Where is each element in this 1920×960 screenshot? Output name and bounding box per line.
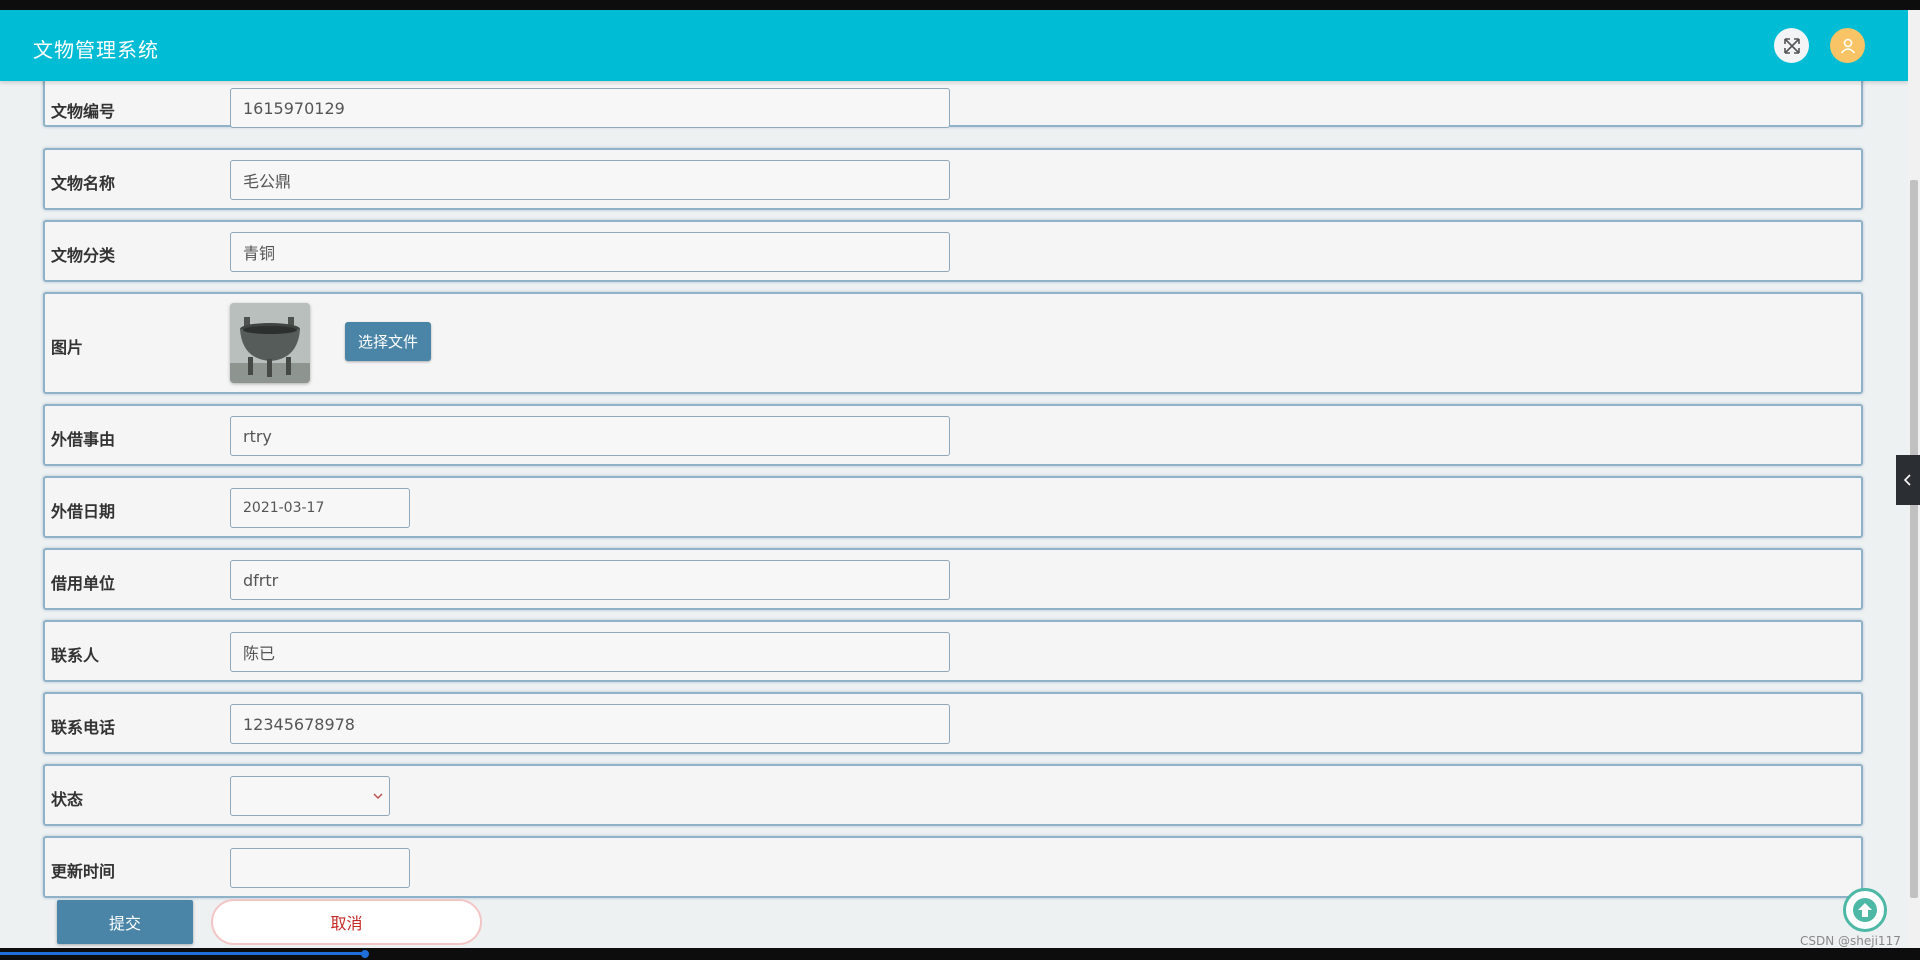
- label-borrowing-unit: 借用单位: [51, 574, 116, 593]
- screen: 文物编号 1615970129 文物名称 毛公鼎 文物分类 青铜 图片 选择文件…: [0, 0, 1920, 960]
- submit-button[interactable]: 提交: [57, 900, 193, 944]
- side-panel-toggle[interactable]: [1896, 455, 1920, 505]
- label-loan-date: 外借日期: [51, 502, 116, 521]
- app-title: 文物管理系统: [33, 38, 159, 62]
- bronze-ding-image: [230, 303, 310, 383]
- label-loan-reason: 外借事由: [51, 430, 116, 449]
- loan-reason-input[interactable]: rtry: [230, 416, 950, 456]
- user-icon: [1840, 38, 1855, 54]
- label-contact-phone: 联系电话: [51, 718, 116, 737]
- row-artifact-category: 文物分类 青铜: [43, 220, 1863, 282]
- artifact-image-thumbnail[interactable]: [230, 303, 310, 383]
- loan-date-input[interactable]: 2021-03-17: [230, 488, 410, 528]
- label-artifact-category: 文物分类: [51, 246, 116, 265]
- contact-person-input[interactable]: 陈已: [230, 632, 950, 672]
- row-contact-person: 联系人 陈已: [43, 620, 1863, 682]
- video-progress-knob[interactable]: [360, 950, 369, 958]
- video-progress-bar[interactable]: [0, 948, 1920, 960]
- row-update-time: 更新时间: [43, 836, 1863, 898]
- fullscreen-button[interactable]: [1774, 28, 1809, 63]
- label-update-time: 更新时间: [51, 862, 116, 881]
- label-artifact-number: 文物编号: [51, 102, 116, 121]
- borrowing-unit-input[interactable]: dfrtr: [230, 560, 950, 600]
- video-progress-fill: [0, 952, 365, 955]
- arrow-up-circle-icon: [1853, 898, 1877, 922]
- app-window: 文物编号 1615970129 文物名称 毛公鼎 文物分类 青铜 图片 选择文件…: [0, 10, 1908, 948]
- label-status: 状态: [51, 790, 84, 809]
- row-loan-date: 外借日期 2021-03-17: [43, 476, 1863, 538]
- app-header: 文物管理系统: [0, 10, 1908, 81]
- status-select[interactable]: [230, 776, 390, 816]
- chevron-down-icon: [373, 793, 383, 800]
- artifact-name-input[interactable]: 毛公鼎: [230, 160, 950, 200]
- row-artifact-name: 文物名称 毛公鼎: [43, 148, 1863, 210]
- label-contact-person: 联系人: [51, 646, 100, 665]
- chevron-left-icon: [1903, 474, 1911, 486]
- contact-phone-input[interactable]: 12345678978: [230, 704, 950, 744]
- watermark-text: CSDN @sheji117: [1800, 934, 1901, 948]
- update-time-input[interactable]: [230, 848, 410, 888]
- label-image: 图片: [51, 338, 84, 357]
- user-menu-button[interactable]: [1830, 28, 1865, 63]
- choose-file-button[interactable]: 选择文件: [345, 322, 431, 361]
- row-loan-reason: 外借事由 rtry: [43, 404, 1863, 466]
- cancel-button[interactable]: 取消: [211, 899, 482, 945]
- label-artifact-name: 文物名称: [51, 174, 116, 193]
- scrollbar-thumb[interactable]: [1910, 180, 1918, 898]
- artifact-number-input[interactable]: 1615970129: [230, 88, 950, 128]
- artifact-category-input[interactable]: 青铜: [230, 232, 950, 272]
- row-status: 状态: [43, 764, 1863, 826]
- row-contact-phone: 联系电话 12345678978: [43, 692, 1863, 754]
- expand-arrows-icon: [1783, 37, 1800, 54]
- row-image: 图片 选择文件: [43, 292, 1863, 394]
- row-borrowing-unit: 借用单位 dfrtr: [43, 548, 1863, 610]
- back-to-top-button[interactable]: [1843, 888, 1887, 932]
